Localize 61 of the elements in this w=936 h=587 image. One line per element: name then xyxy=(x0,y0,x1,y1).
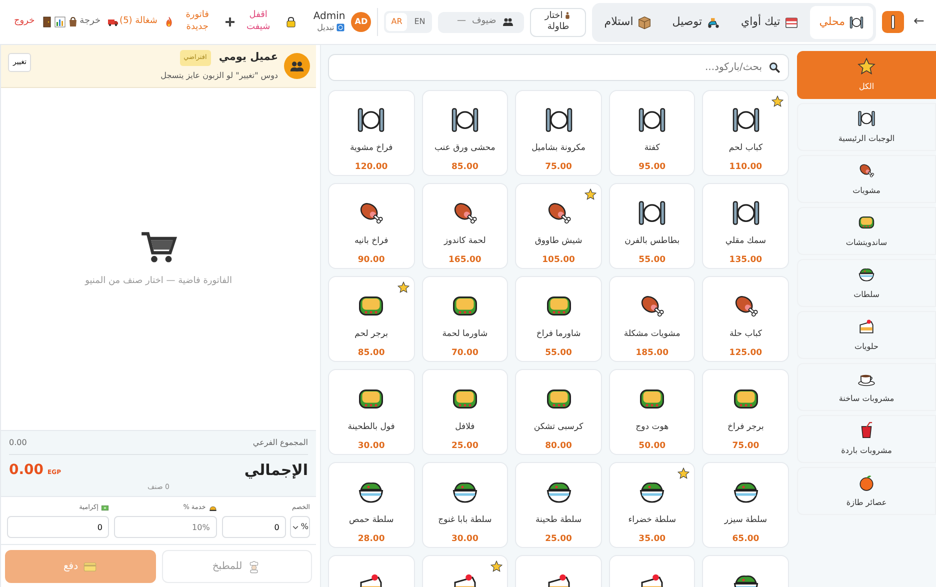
plate-cutlery-icon xyxy=(637,105,668,135)
plus-icon xyxy=(224,16,236,28)
plate-cutlery-icon xyxy=(857,109,876,128)
category-tab[interactable]: مشروبات ساخنة xyxy=(797,363,936,411)
user-name: Admin xyxy=(313,10,346,22)
empty-cart-message: الفاتورة فاضية — اختار صنف من المنيو xyxy=(85,275,232,288)
service-input[interactable]: 10% xyxy=(114,516,217,538)
discount-type-select[interactable]: % xyxy=(290,516,310,538)
order-type-tab[interactable]: استلام xyxy=(595,6,662,38)
caret-icon xyxy=(292,524,299,530)
bag-icon xyxy=(66,16,79,28)
language-toggle[interactable]: EN xyxy=(409,13,430,31)
subtotal-label: المجموع الفرعي xyxy=(252,437,308,450)
search-icon xyxy=(768,61,781,74)
people-icon xyxy=(502,16,514,28)
banknote-icon xyxy=(101,504,110,512)
plate-cutlery-icon xyxy=(730,198,761,228)
refresh-icon xyxy=(336,23,346,32)
order-type-tab[interactable]: توصيل xyxy=(663,6,730,38)
bar-chart-icon xyxy=(54,16,66,28)
back-button[interactable]: ← xyxy=(910,12,928,32)
fruit-icon xyxy=(857,473,876,492)
plate-cutlery-icon xyxy=(637,198,668,228)
package-icon xyxy=(637,14,652,30)
guests-field[interactable]: ضيوف — xyxy=(438,12,524,32)
user-avatar: AD xyxy=(351,12,372,32)
customer-name: عميل يومي xyxy=(218,50,278,66)
toolbar-icon-button[interactable] xyxy=(66,16,79,28)
category-tab[interactable]: عصائر طازة xyxy=(797,467,936,515)
table-button[interactable]: اختار طاولة xyxy=(530,8,586,36)
search-field[interactable]: بحث/باركود... xyxy=(328,54,789,81)
category-tab[interactable]: حلويات xyxy=(797,311,936,359)
plate-cutlery-icon xyxy=(450,105,480,135)
tip-input[interactable]: 0 xyxy=(6,516,110,538)
door-icon xyxy=(40,16,53,28)
meat-icon xyxy=(857,161,876,180)
category-tab[interactable]: الوجبات الرئيسية xyxy=(797,103,936,151)
star-icon xyxy=(857,57,876,76)
waiter-icon xyxy=(562,11,572,20)
category-tab[interactable]: مشويات xyxy=(797,155,936,203)
category-tab[interactable]: ساندويتشات xyxy=(797,207,936,255)
switch-user-link[interactable]: تبديل xyxy=(313,22,346,34)
total-value: 0.00 xyxy=(9,461,44,480)
total-label: الإجمالي xyxy=(244,460,308,482)
toolbar-action[interactable]: اقفل شيفت xyxy=(237,10,298,34)
toolbar-action[interactable]: خرجة xyxy=(80,16,119,28)
plate-cutlery-icon xyxy=(849,14,864,30)
cake-slice-icon xyxy=(857,317,876,336)
customer-hint: دوس "تغيير" لو الزبون عايز يتسجل xyxy=(160,70,278,82)
plate-cutlery-icon xyxy=(356,105,386,135)
service-bell-icon xyxy=(208,504,217,512)
discount-input[interactable]: 0 xyxy=(222,516,286,538)
category-tab[interactable]: مشروبات باردة xyxy=(797,415,936,463)
subtotal-value: 0.00 xyxy=(9,437,27,450)
toolbar-action[interactable]: خروج xyxy=(14,16,53,28)
plate-cutlery-icon xyxy=(544,105,574,135)
order-type-tab[interactable]: تيك أواي xyxy=(732,6,808,38)
lock-icon xyxy=(285,16,298,28)
credit-card-icon xyxy=(83,560,98,574)
plate-cutlery-icon xyxy=(730,105,761,135)
category-tab[interactable]: سلطات xyxy=(797,259,936,307)
